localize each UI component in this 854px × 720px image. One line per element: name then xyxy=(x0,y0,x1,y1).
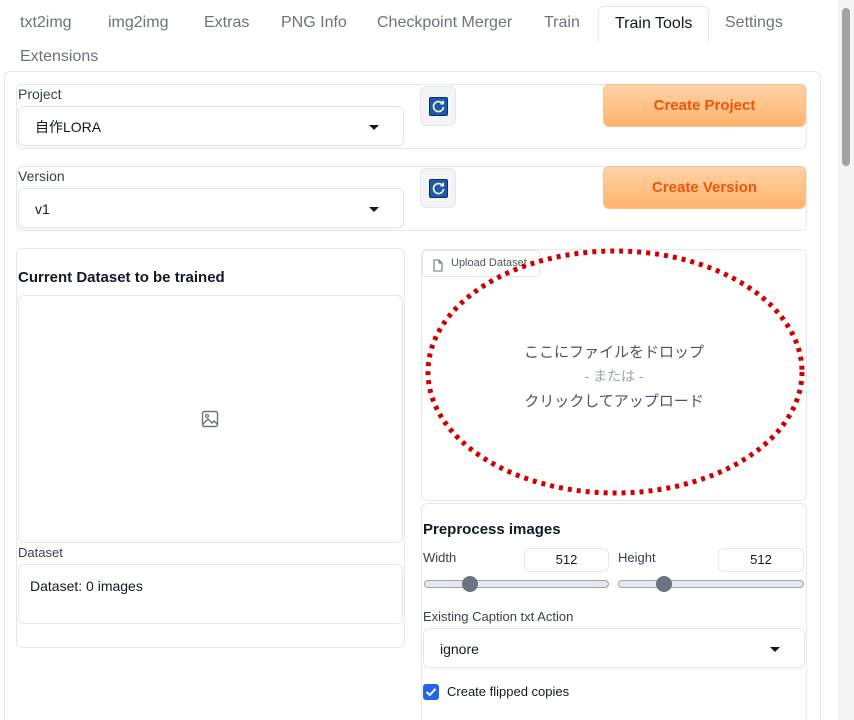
dataset-heading: Current Dataset to be trained xyxy=(18,269,225,286)
refresh-version-button[interactable] xyxy=(420,168,456,208)
tab-checkpoint-merger[interactable]: Checkpoint Merger xyxy=(361,6,528,40)
height-input[interactable]: 512 xyxy=(718,548,804,572)
tab-txt2img[interactable]: txt2img xyxy=(4,6,88,40)
refresh-project-button[interactable] xyxy=(420,86,456,126)
tab-png-info[interactable]: PNG Info xyxy=(265,6,363,40)
version-value: v1 xyxy=(35,201,50,217)
refresh-icon xyxy=(429,179,448,198)
create-project-button[interactable]: Create Project xyxy=(603,84,806,127)
version-label: Version xyxy=(18,168,65,184)
dataset-count-text: Dataset: 0 images xyxy=(30,578,143,594)
height-label: Height xyxy=(618,550,656,565)
create-flipped-label: Create flipped copies xyxy=(447,684,570,699)
chevron-down-icon xyxy=(369,125,379,130)
version-dropdown[interactable]: v1 xyxy=(18,188,404,228)
width-slider[interactable] xyxy=(424,576,609,592)
height-slider-thumb[interactable] xyxy=(656,576,672,592)
red-dotted-ellipse-annotation xyxy=(425,248,805,496)
project-label: Project xyxy=(18,86,62,102)
dataset-label: Dataset xyxy=(18,545,63,560)
project-value: 自作LORA xyxy=(35,119,102,135)
checkmark-icon xyxy=(425,688,437,697)
width-label: Width xyxy=(423,550,457,565)
tab-train[interactable]: Train xyxy=(528,6,596,40)
tab-img2img[interactable]: img2img xyxy=(92,6,184,40)
create-version-button[interactable]: Create Version xyxy=(603,166,806,209)
tab-bar: txt2img img2img Extras PNG Info Checkpoi… xyxy=(0,0,836,72)
refresh-icon xyxy=(429,97,448,116)
dataset-image-preview xyxy=(18,295,403,543)
dataset-info-box: Dataset: 0 images xyxy=(18,564,403,624)
page-scrollbar[interactable] xyxy=(838,0,854,720)
tab-train-tools[interactable]: Train Tools xyxy=(598,6,710,41)
tab-extensions[interactable]: Extensions xyxy=(4,40,114,74)
tab-extras[interactable]: Extras xyxy=(188,6,265,40)
width-slider-thumb[interactable] xyxy=(462,576,478,592)
chevron-down-icon xyxy=(369,207,379,212)
width-input[interactable]: 512 xyxy=(524,548,609,572)
caption-action-value: ignore xyxy=(440,641,479,657)
height-slider[interactable] xyxy=(618,576,804,592)
project-dropdown[interactable]: 自作LORA xyxy=(18,106,404,146)
preprocess-heading: Preprocess images xyxy=(423,521,561,538)
scrollbar-thumb[interactable] xyxy=(842,8,850,166)
caption-action-dropdown[interactable]: ignore xyxy=(423,628,805,668)
create-flipped-checkbox[interactable] xyxy=(423,684,439,700)
image-icon xyxy=(201,410,219,433)
chevron-down-icon xyxy=(770,647,780,652)
caption-action-label: Existing Caption txt Action xyxy=(423,609,574,624)
tab-settings[interactable]: Settings xyxy=(709,6,799,40)
